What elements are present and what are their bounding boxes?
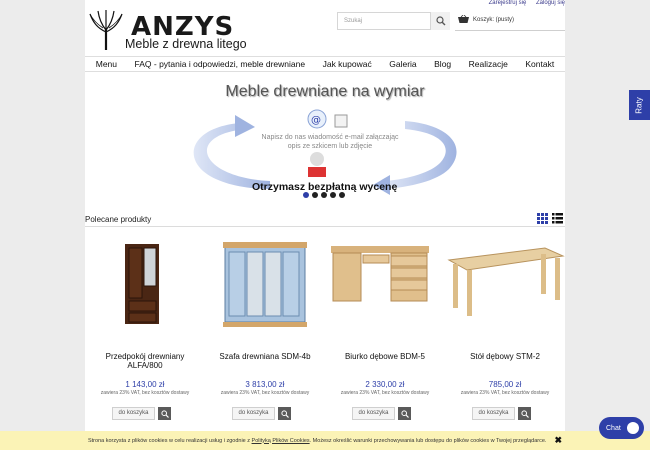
- search-icon: [435, 16, 445, 26]
- view-toggle: [537, 213, 563, 224]
- nav-item-gallery[interactable]: Galeria: [389, 59, 416, 69]
- magnifier-icon: [160, 409, 169, 418]
- banner-note: Napisz do nas wiadomość e-mail załączają…: [261, 134, 399, 150]
- zoom-button[interactable]: [158, 407, 171, 420]
- logo-tagline: Meble z drewna litego: [125, 37, 247, 51]
- cart-label: Koszyk: (pusty): [473, 16, 515, 23]
- basket-icon: [458, 15, 469, 23]
- cookie-text-after: . Możesz określić warunki przechowywania…: [309, 437, 547, 444]
- product-price: 2 330,00 zł: [365, 380, 405, 389]
- section-title: Polecane produkty: [85, 215, 152, 224]
- site-logo[interactable]: ANZYS Meble z drewna litego: [87, 10, 272, 52]
- nav-item-realizations[interactable]: Realizacje: [469, 59, 508, 69]
- chat-bubble-icon: [626, 422, 639, 434]
- product-card: Szafa drewniana SDM-4b 3 813,00 zł zawie…: [205, 238, 325, 428]
- svg-text:@: @: [311, 115, 321, 126]
- cookie-policy-link[interactable]: Polityką Plików Cookies: [252, 438, 310, 444]
- wardrobe-image[interactable]: [205, 238, 325, 338]
- list-view-icon[interactable]: [552, 213, 563, 224]
- add-to-cart-button[interactable]: do koszyka: [112, 407, 155, 420]
- hero-slider[interactable]: @ Meble drewniane na wymiar Napisz do na…: [85, 75, 565, 203]
- page-container: Zarejestruj się Zaloguj się ANZYS Meble …: [85, 0, 565, 450]
- installments-side-tab[interactable]: Raty: [629, 90, 650, 120]
- close-icon[interactable]: ✖: [554, 435, 562, 446]
- product-name[interactable]: Przedpokój drewniany ALFA/800: [95, 352, 195, 370]
- slider-pagination: [303, 192, 345, 198]
- chat-label: Chat: [606, 424, 621, 432]
- product-card: Biurko dębowe BDM-5 2 330,00 zł zawiera …: [325, 238, 445, 428]
- nav-item-blog[interactable]: Blog: [434, 59, 451, 69]
- product-name[interactable]: Szafa drewniana SDM-4b: [215, 352, 315, 361]
- cart-link[interactable]: Koszyk: (pusty): [458, 15, 514, 24]
- magnifier-icon: [400, 409, 409, 418]
- nav-item-contact[interactable]: Kontakt: [525, 59, 554, 69]
- magnifier-icon: [280, 409, 289, 418]
- chat-button[interactable]: Chat: [599, 417, 644, 439]
- product-vat-note: zawiera 23% VAT, bez kosztów dostawy: [460, 390, 550, 396]
- login-link[interactable]: Zaloguj się: [536, 0, 565, 6]
- slider-dot[interactable]: [312, 192, 318, 198]
- slider-dot[interactable]: [330, 192, 336, 198]
- magnifier-icon: [520, 409, 529, 418]
- cookie-text-before: Strona korzysta z plików cookies w celu …: [87, 437, 251, 444]
- product-price: 3 813,00 zł: [245, 380, 285, 389]
- banner-title: Meble drewniane na wymiar: [225, 83, 425, 100]
- tree-logo-icon: [89, 10, 123, 50]
- slider-dot[interactable]: [321, 192, 327, 198]
- featured-products-header: Polecane produkty: [85, 213, 565, 227]
- account-links: Zarejestruj się Zaloguj się: [481, 0, 565, 6]
- zoom-button[interactable]: [278, 407, 291, 420]
- register-link[interactable]: Zarejestruj się: [489, 0, 527, 6]
- product-name[interactable]: Biurko dębowe BDM-5: [335, 352, 435, 361]
- product-vat-note: zawiera 23% VAT, bez kosztów dostawy: [340, 390, 430, 396]
- search-button[interactable]: [430, 12, 450, 30]
- slider-dot[interactable]: [303, 192, 309, 198]
- nav-item-how-to-buy[interactable]: Jak kupować: [323, 59, 372, 69]
- cookie-banner: Strona korzysta z plików cookies w celu …: [0, 431, 650, 450]
- grid-view-icon[interactable]: [537, 213, 548, 224]
- cookie-text: Strona korzysta z plików cookies w celu …: [88, 438, 546, 444]
- product-vat-note: zawiera 23% VAT, bez kosztów dostawy: [100, 390, 190, 396]
- table-image[interactable]: [445, 238, 565, 338]
- add-to-cart-button[interactable]: do koszyka: [472, 407, 515, 420]
- main-nav: Menu FAQ - pytania i odpowiedzi, meble d…: [85, 56, 565, 72]
- nav-item-menu[interactable]: Menu: [96, 59, 117, 69]
- product-price: 1 143,00 zł: [125, 380, 165, 389]
- product-grid: Przedpokój drewniany ALFA/800 1 143,00 z…: [85, 238, 565, 428]
- installments-label: Raty: [634, 96, 644, 114]
- slider-dot[interactable]: [339, 192, 345, 198]
- nav-item-faq[interactable]: FAQ - pytania i odpowiedzi, meble drewni…: [135, 59, 306, 69]
- hallway-cabinet-image[interactable]: [85, 238, 205, 338]
- add-to-cart-button[interactable]: do koszyka: [232, 407, 275, 420]
- product-vat-note: zawiera 23% VAT, bez kosztów dostawy: [220, 390, 310, 396]
- product-price: 785,00 zł: [488, 380, 522, 389]
- desk-image[interactable]: [325, 238, 445, 338]
- product-card: Stół dębowy STM-2 785,00 zł zawiera 23% …: [445, 238, 565, 428]
- zoom-button[interactable]: [518, 407, 531, 420]
- cart-divider: [455, 30, 565, 31]
- zoom-button[interactable]: [398, 407, 411, 420]
- product-card: Przedpokój drewniany ALFA/800 1 143,00 z…: [85, 238, 205, 428]
- product-name[interactable]: Stół dębowy STM-2: [455, 352, 555, 361]
- add-to-cart-button[interactable]: do koszyka: [352, 407, 395, 420]
